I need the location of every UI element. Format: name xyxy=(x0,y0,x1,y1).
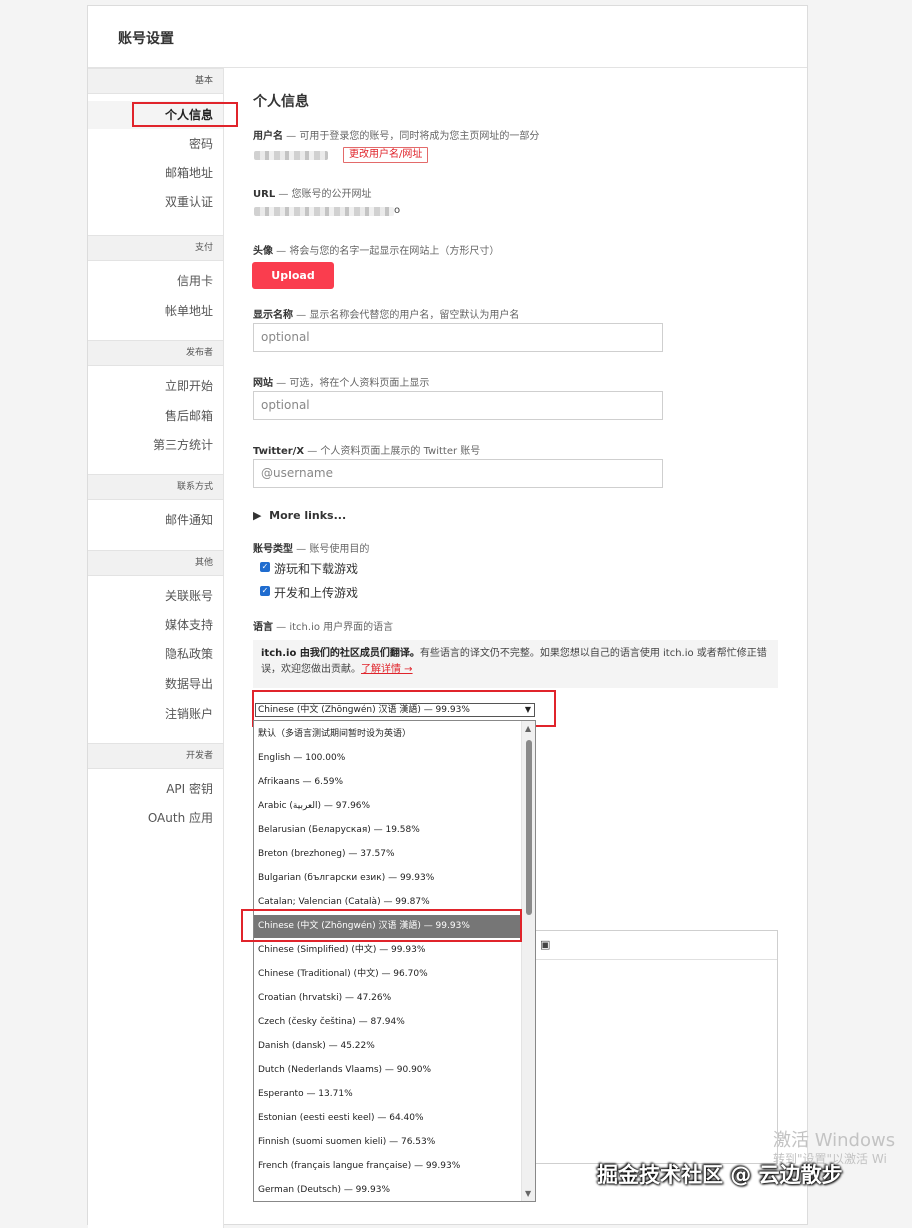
username-value-redacted xyxy=(254,151,328,160)
sidebar-item-credit-card[interactable]: 信用卡 xyxy=(88,267,223,295)
language-option[interactable]: Czech (česky čeština) — 87.94% xyxy=(254,1011,521,1034)
scroll-down-icon[interactable]: ▼ xyxy=(525,1189,531,1198)
sidebar-heading-developer: 开发者 xyxy=(88,743,223,769)
sidebar-heading-payment: 支付 xyxy=(88,235,223,261)
sidebar-item-get-started[interactable]: 立即开始 xyxy=(88,372,223,400)
dropdown-scrollbar[interactable]: ▲ ▼ xyxy=(521,721,535,1201)
account-type-label: 账号类型 — 账号使用目的 xyxy=(253,544,370,555)
sidebar-item-billing-address[interactable]: 帐单地址 xyxy=(88,297,223,325)
sidebar-heading-basic: 基本 xyxy=(88,68,223,94)
sidebar: 基本 个人信息 密码 邮箱地址 双重认证 支付 信用卡 帐单地址 发布者 立即开… xyxy=(88,68,224,1228)
language-option[interactable]: English — 100.00% xyxy=(254,747,521,770)
sidebar-item-profile[interactable]: 个人信息 xyxy=(88,101,223,129)
sidebar-item-data-export[interactable]: 数据导出 xyxy=(88,670,223,698)
activate-windows-title: 激活 Windows xyxy=(773,1130,896,1151)
twitter-label: Twitter/X — 个人资料页面上展示的 Twitter 账号 xyxy=(253,446,481,457)
more-links-toggle[interactable]: ▶ More links... xyxy=(253,509,346,522)
image-icon[interactable]: ▣ xyxy=(540,938,550,951)
url-value-suffix: o xyxy=(394,205,401,216)
language-select-value: Chinese (中文 (Zhōngwén) 汉语 漢語) — 99.93% xyxy=(258,705,470,715)
sidebar-item-linked-accounts[interactable]: 关联账号 xyxy=(88,582,223,610)
sidebar-item-oauth-apps[interactable]: OAuth 应用 xyxy=(88,804,223,832)
editor-toolbar: ▣ xyxy=(536,931,777,960)
sidebar-heading-other: 其他 xyxy=(88,550,223,576)
language-option[interactable]: Belarusian (Беларуская) — 19.58% xyxy=(254,819,521,842)
editor-box-partial: ▣ xyxy=(536,930,778,1164)
language-option[interactable]: French (français langue française) — 99.… xyxy=(254,1155,521,1178)
sidebar-item-password[interactable]: 密码 xyxy=(88,130,223,158)
language-option[interactable]: Chinese (Simplified) (中文) — 99.93% xyxy=(254,939,521,962)
username-label: 用户名 — 可用于登录您的账号，同时将成为您主页网址的一部分 xyxy=(253,131,540,142)
sidebar-item-analytics[interactable]: 第三方统计 xyxy=(88,431,223,459)
scroll-up-icon[interactable]: ▲ xyxy=(525,724,531,733)
language-option[interactable]: German (Deutsch) — 99.93% xyxy=(254,1179,521,1201)
language-option[interactable]: 默认（多语言测试期间暂时设为英语） xyxy=(254,723,521,746)
chevron-down-icon: ▼ xyxy=(524,705,531,714)
website-input[interactable]: optional xyxy=(253,391,663,420)
language-option[interactable]: Estonian (eesti eesti keel) — 64.40% xyxy=(254,1107,521,1130)
scroll-thumb[interactable] xyxy=(526,740,532,915)
language-option[interactable]: Arabic (العربية) — 97.96% xyxy=(254,795,521,818)
language-label: 语言 — itch.io 用户界面的语言 xyxy=(253,622,394,633)
language-option[interactable]: Catalan; Valencian (Català) — 99.87% xyxy=(254,891,521,914)
language-option[interactable]: Danish (dansk) — 45.22% xyxy=(254,1035,521,1058)
language-option[interactable]: Finnish (suomi suomen kieli) — 76.53% xyxy=(254,1131,521,1154)
triangle-right-icon: ▶ xyxy=(253,509,262,522)
language-option[interactable]: Afrikaans — 6.59% xyxy=(254,771,521,794)
sidebar-item-email-notifications[interactable]: 邮件通知 xyxy=(88,506,223,534)
language-dropdown-list[interactable]: 默认（多语言测试期间暂时设为英语） English — 100.00% Afri… xyxy=(253,720,536,1202)
language-option-selected[interactable]: Chinese (中文 (Zhōngwén) 汉语 漢語) — 99.93% xyxy=(254,915,521,938)
language-option[interactable]: Croatian (hrvatski) — 47.26% xyxy=(254,987,521,1010)
language-option[interactable]: Dutch (Nederlands Vlaams) — 90.90% xyxy=(254,1059,521,1082)
more-links-label: More links... xyxy=(269,509,347,522)
sidebar-item-support-email[interactable]: 售后邮箱 xyxy=(88,402,223,430)
language-option[interactable]: Chinese (Traditional) (中文) — 96.70% xyxy=(254,963,521,986)
credit-watermark: 掘金技术社区 @ 云边散步 xyxy=(597,1163,843,1187)
language-select[interactable]: Chinese (中文 (Zhōngwén) 汉语 漢語) — 99.93% ▼ xyxy=(255,703,535,717)
learn-more-link[interactable]: 了解详情 → xyxy=(361,664,413,675)
upload-image-button[interactable]: Upload image xyxy=(252,262,334,309)
sidebar-heading-publisher: 发布者 xyxy=(88,340,223,366)
sidebar-item-two-factor[interactable]: 双重认证 xyxy=(88,188,223,216)
checkbox-play-games[interactable]: ✓ xyxy=(260,562,270,572)
section-title: 个人信息 xyxy=(253,94,309,110)
page-header: 账号设置 xyxy=(88,6,807,68)
checkbox-dev-games-label: 开发和上传游戏 xyxy=(274,586,359,600)
sidebar-item-media[interactable]: 媒体支持 xyxy=(88,611,223,639)
sidebar-item-email[interactable]: 邮箱地址 xyxy=(88,159,223,187)
language-option[interactable]: Bulgarian (български език) — 99.93% xyxy=(254,867,521,890)
change-username-button[interactable]: 更改用户名/网址 xyxy=(343,147,429,163)
language-option[interactable]: Breton (brezhoneg) — 37.57% xyxy=(254,843,521,866)
sidebar-heading-contact: 联系方式 xyxy=(88,474,223,500)
avatar-label: 头像 — 将会与您的名字一起显示在网站上（方形尺寸） xyxy=(253,246,500,257)
sidebar-item-api-keys[interactable]: API 密钥 xyxy=(88,775,223,803)
display-name-label: 显示名称 — 显示名称会代替您的用户名，留空默认为用户名 xyxy=(253,310,520,321)
display-name-input[interactable]: optional xyxy=(253,323,663,352)
page-title: 账号设置 xyxy=(118,31,174,47)
checkbox-dev-games[interactable]: ✓ xyxy=(260,586,270,596)
url-label: URL — 您账号的公开网址 xyxy=(253,189,372,200)
language-option[interactable]: Esperanto — 13.71% xyxy=(254,1083,521,1106)
sidebar-item-delete-account[interactable]: 注销账户 xyxy=(88,700,223,728)
twitter-input[interactable]: @username xyxy=(253,459,663,488)
translation-note: itch.io 由我们的社区成员们翻译。有些语言的译文仍不完整。如果您想以自己的… xyxy=(253,640,778,688)
checkbox-play-games-label: 游玩和下载游戏 xyxy=(274,562,359,576)
website-label: 网站 — 可选，将在个人资料页面上显示 xyxy=(253,378,430,389)
sidebar-item-privacy[interactable]: 隐私政策 xyxy=(88,640,223,668)
url-value-redacted xyxy=(254,207,394,216)
